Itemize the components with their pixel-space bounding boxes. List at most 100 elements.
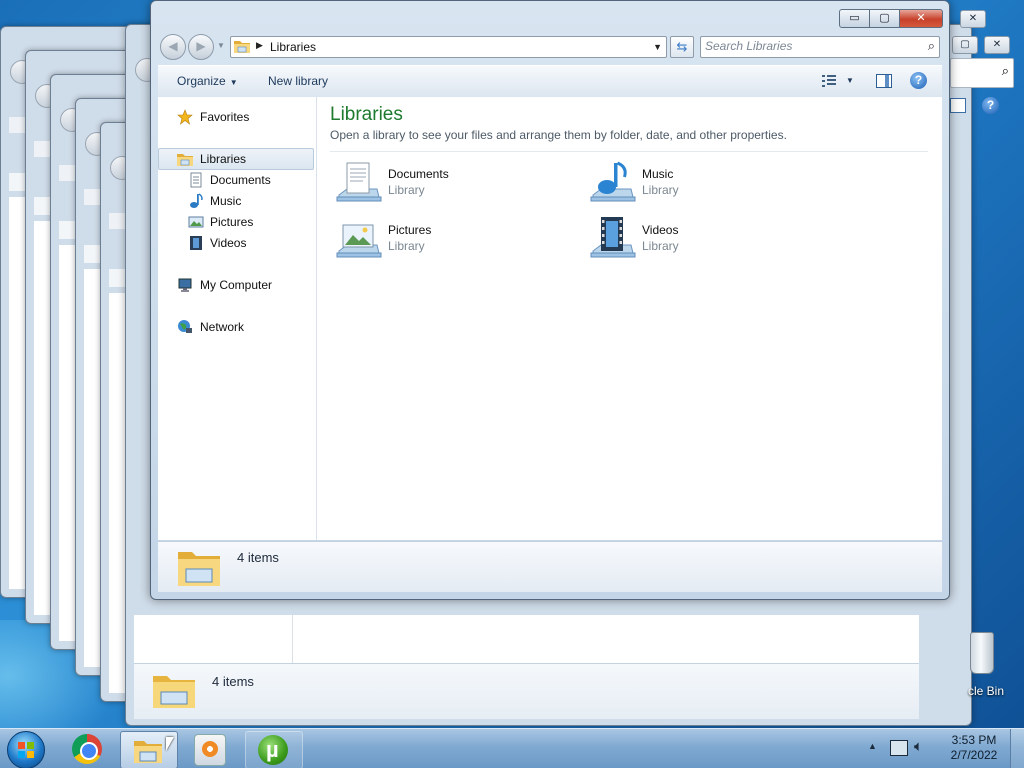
sidebar-item-label: Network <box>200 320 245 334</box>
view-options-chevron-icon[interactable]: ▼ <box>846 76 854 85</box>
library-type: Library <box>642 183 679 197</box>
library-name: Documents <box>388 167 449 181</box>
address-bar[interactable]: ▶ Libraries ▼ <box>230 36 667 58</box>
network-tray-icon[interactable] <box>890 740 908 756</box>
sidebar-item-label: Music <box>210 194 242 208</box>
help-icon[interactable]: ? <box>982 97 999 114</box>
libraries-window[interactable]: ▭ ▢ ✕ ◀ ▶ ▼ ▶ Libraries ▼ ⇆ ⌕ Organize▼ … <box>150 0 950 600</box>
star-icon <box>177 109 193 125</box>
sidebar-item-my-computer[interactable]: My Computer <box>158 275 308 295</box>
back-button[interactable]: ◀ <box>160 34 186 60</box>
network-icon <box>178 320 192 333</box>
content-pane <box>134 615 919 663</box>
maximize-button[interactable]: ▢ <box>952 36 978 54</box>
pictures-library-icon <box>336 224 382 258</box>
recycle-bin[interactable]: cle Bin <box>962 632 1024 702</box>
library-name: Pictures <box>388 223 432 237</box>
content-pane: Libraries Open a library to see your fil… <box>317 97 942 540</box>
clock-time: 3:53 PM <box>951 733 997 747</box>
library-type: Library <box>388 183 425 197</box>
chevron-down-icon: ▼ <box>229 78 238 87</box>
libraries-folder-icon <box>153 676 195 708</box>
sidebar-item-libraries[interactable]: Libraries <box>158 148 314 170</box>
documents-library-icon <box>336 162 382 202</box>
sidebar-item-label: Videos <box>210 236 247 250</box>
sidebar-item-label: Favorites <box>200 110 250 124</box>
address-dropdown-icon[interactable]: ▼ <box>653 42 662 52</box>
organize-menu[interactable]: Organize ▼ <box>177 74 238 88</box>
sidebar-item-favorites[interactable]: Favorites <box>158 107 308 127</box>
search-input[interactable]: ⌕ <box>950 58 1014 88</box>
taskbar: ▲ 🔈︎ 3:53 PM 2/7/2022 <box>0 728 1024 768</box>
search-icon[interactable]: ⌕ <box>928 38 935 54</box>
page-title: Libraries <box>330 104 403 125</box>
sidebar-item-label: My Computer <box>200 278 273 292</box>
caption-buttons: ▭ ▢ ✕ <box>839 9 943 28</box>
volume-icon[interactable]: 🔈︎ <box>914 738 923 755</box>
recycle-bin-label: cle Bin <box>968 684 1005 698</box>
preview-pane-icon[interactable] <box>950 98 966 113</box>
divider <box>330 151 928 152</box>
computer-icon <box>178 278 192 292</box>
explorer-icon <box>134 741 162 763</box>
breadcrumb-libraries[interactable]: Libraries <box>270 40 316 54</box>
library-name: Videos <box>642 223 679 237</box>
library-tile-pictures[interactable]: Pictures Library <box>335 215 565 263</box>
sidebar-item-label: Pictures <box>210 215 254 229</box>
pictures-icon <box>188 216 204 228</box>
search-box[interactable]: ⌕ <box>700 36 940 58</box>
library-type: Library <box>388 239 425 253</box>
recent-pages-chevron-icon[interactable]: ▼ <box>217 41 225 50</box>
sidebar-item-music[interactable]: Music <box>158 191 308 211</box>
taskbar-chrome[interactable] <box>60 731 116 767</box>
preview-pane-icon[interactable] <box>876 74 892 88</box>
breadcrumb-arrow-icon[interactable]: ▶ <box>256 40 263 51</box>
recycle-bin-icon <box>970 632 994 674</box>
videos-library-icon <box>590 217 636 258</box>
item-count: 4 items <box>212 674 254 689</box>
library-tile-music[interactable]: Music Library <box>589 159 819 207</box>
start-button[interactable] <box>7 731 45 768</box>
forward-button[interactable]: ▶ <box>188 34 214 60</box>
utorrent-icon <box>258 735 288 765</box>
taskbar-utorrent[interactable] <box>245 731 303 768</box>
search-icon: ⌕ <box>1001 63 1009 78</box>
library-tile-documents[interactable]: Documents Library <box>335 159 565 207</box>
clock-date: 2/7/2022 <box>950 748 998 762</box>
help-icon[interactable]: ? <box>910 72 927 89</box>
command-bar: Organize ▼ New library ▼ ? <box>158 65 942 98</box>
item-count: 4 items <box>237 550 279 565</box>
details-pane: 4 items <box>134 663 919 719</box>
close-button[interactable]: ✕ <box>984 36 1010 54</box>
maximize-button[interactable]: ▢ <box>869 9 900 28</box>
music-library-icon <box>590 161 636 202</box>
library-tile-videos[interactable]: Videos Library <box>589 215 819 263</box>
libraries-folder-icon <box>177 154 193 166</box>
show-desktop-button[interactable] <box>1010 729 1024 768</box>
sidebar-item-documents[interactable]: Documents <box>158 170 308 190</box>
show-hidden-icons-icon[interactable]: ▲ <box>868 741 877 751</box>
search-input[interactable] <box>705 38 905 54</box>
media-player-icon <box>194 734 226 766</box>
taskbar-media-player[interactable] <box>182 731 238 767</box>
page-description: Open a library to see your files and arr… <box>330 128 787 142</box>
libraries-folder-icon <box>234 41 250 53</box>
close-button[interactable]: ✕ <box>899 9 943 28</box>
change-view-icon[interactable] <box>822 74 836 88</box>
chrome-icon <box>72 734 102 764</box>
sidebar-item-label: Libraries <box>200 152 247 166</box>
new-library-button[interactable]: New library <box>268 74 328 88</box>
sidebar-item-network[interactable]: Network <box>158 317 308 337</box>
refresh-button[interactable]: ⇆ <box>670 36 694 58</box>
windows-logo-icon <box>18 742 34 758</box>
sidebar-item-label: Documents <box>210 173 271 187</box>
library-type: Library <box>642 239 679 253</box>
clock[interactable]: 3:53 PM 2/7/2022 <box>946 733 1002 763</box>
sidebar-item-videos[interactable]: Videos <box>158 233 308 253</box>
libraries-folder-icon <box>178 552 220 586</box>
minimize-button[interactable]: ▭ <box>839 9 870 28</box>
sidebar-item-pictures[interactable]: Pictures <box>158 212 308 232</box>
close-button[interactable]: ✕ <box>960 10 986 28</box>
organize-label: Organize <box>177 74 226 88</box>
details-pane: 4 items <box>158 541 942 592</box>
